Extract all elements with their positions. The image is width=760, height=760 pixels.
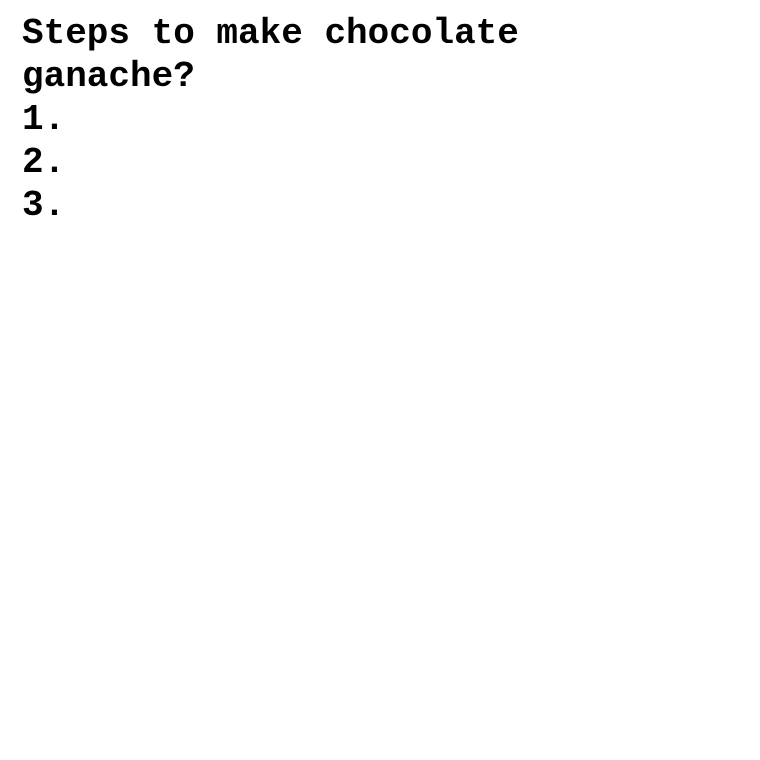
page-title: Steps to make chocolate ganache? (22, 13, 519, 97)
step-number-1: 1. (22, 99, 66, 140)
steps-list: 1. 2. 3. (22, 98, 738, 227)
document-page: Steps to make chocolate ganache? 1. 2. 3… (0, 0, 760, 760)
step-item-2: 2. (22, 141, 738, 184)
step-item-1: 1. (22, 98, 738, 141)
step-item-3: 3. (22, 184, 738, 227)
step-number-2: 2. (22, 142, 66, 183)
step-number-3: 3. (22, 185, 66, 226)
